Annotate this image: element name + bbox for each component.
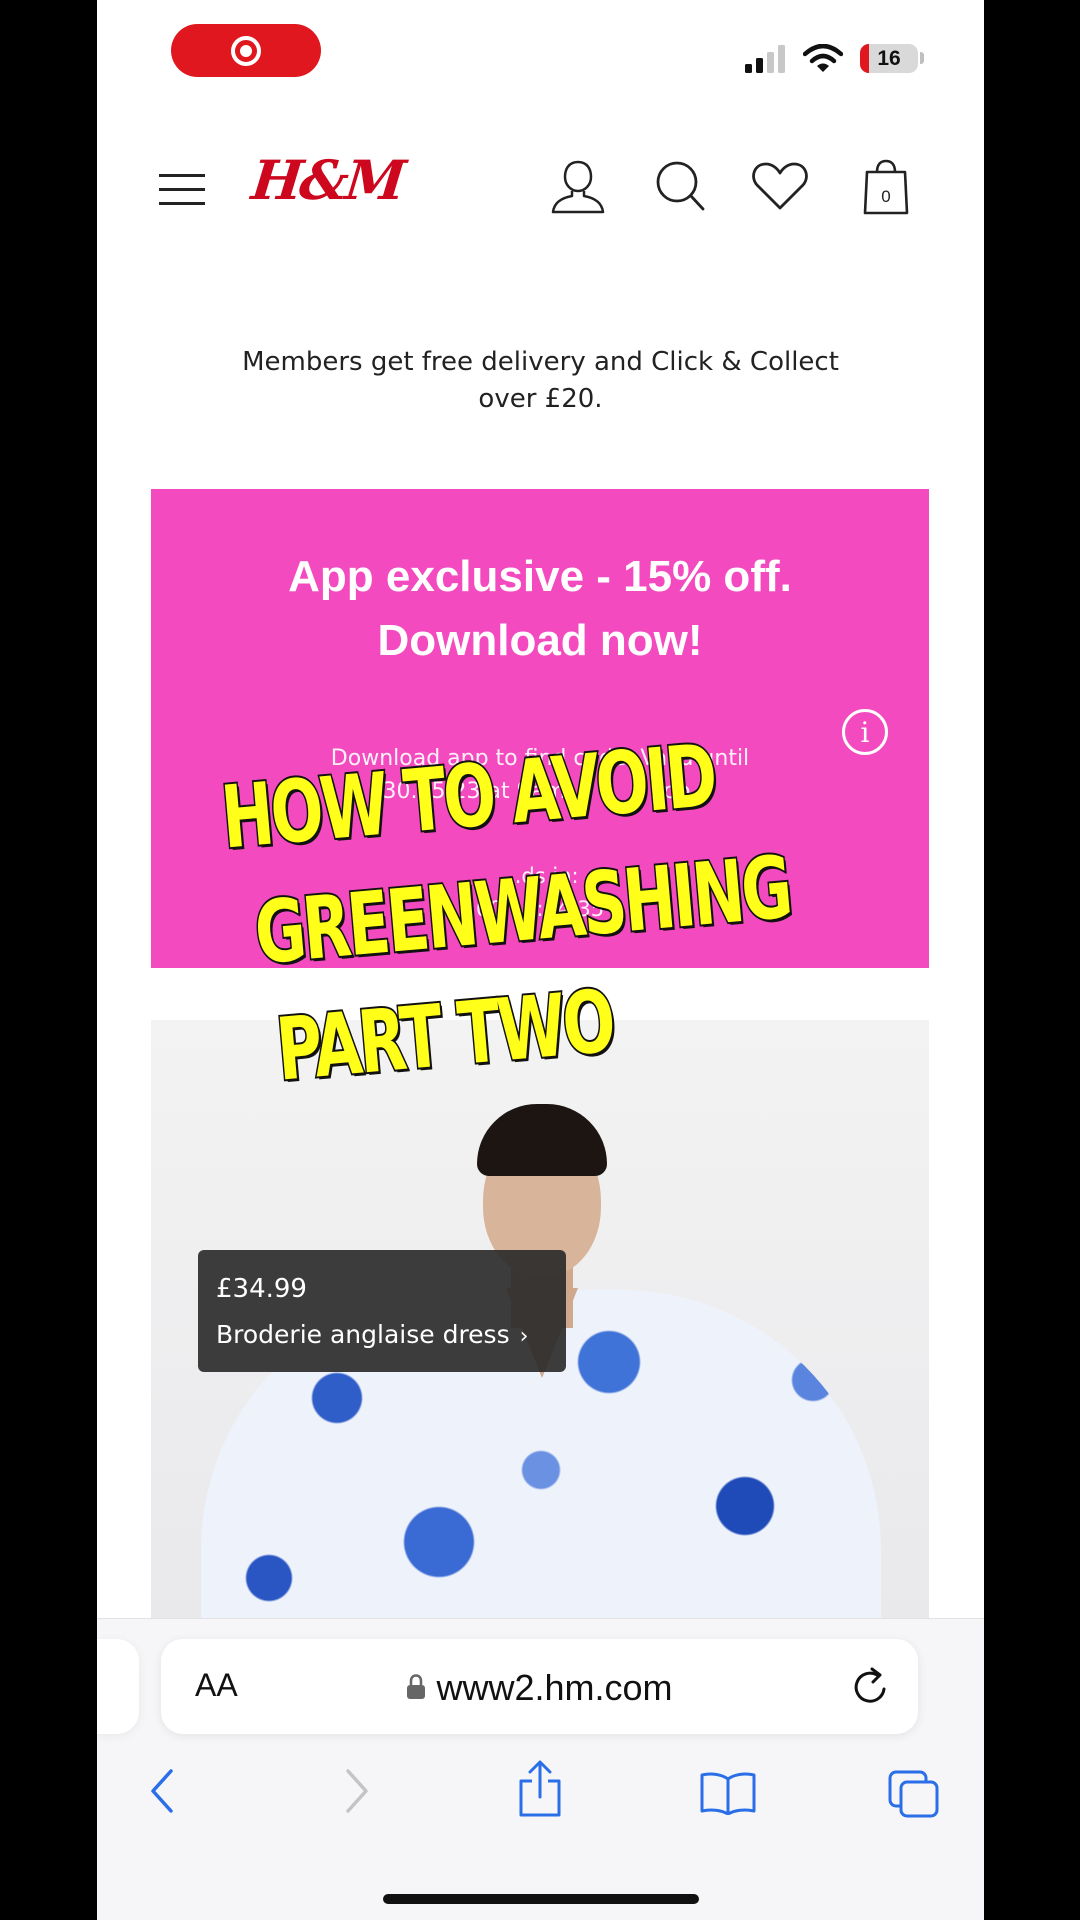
phone-screen: 16 H&M 0 Members get free delivery and C… [97, 0, 984, 1920]
favorites-icon[interactable] [751, 160, 809, 212]
address-bar[interactable]: AA www2.hm.com [161, 1639, 918, 1734]
back-icon[interactable] [147, 1767, 177, 1815]
signal-icon [745, 45, 785, 73]
hm-logo[interactable]: H&M [249, 148, 406, 212]
product-name: Broderie anglaise dress › [216, 1320, 529, 1349]
bag-icon[interactable]: 0 [863, 158, 909, 216]
home-indicator [383, 1894, 699, 1904]
battery-icon: 16 [860, 44, 918, 73]
browser-toolbar: AA www2.hm.com [97, 1618, 984, 1920]
lock-icon [407, 1674, 426, 1700]
product-price: £34.99 [216, 1274, 307, 1304]
forward-icon[interactable] [342, 1767, 372, 1815]
screen-recording-indicator[interactable] [171, 24, 321, 77]
reload-icon[interactable] [851, 1665, 891, 1707]
tabs-icon[interactable] [887, 1769, 941, 1819]
info-icon[interactable]: i [842, 709, 888, 755]
url-text: www2.hm.com [436, 1667, 673, 1708]
product-tag[interactable]: £34.99 Broderie anglaise dress › [198, 1250, 566, 1372]
delivery-promo-line2: over £20. [478, 384, 603, 414]
battery-level: 16 [877, 46, 901, 70]
bookmarks-icon[interactable] [699, 1771, 757, 1815]
bag-count: 0 [881, 187, 890, 206]
menu-icon[interactable] [159, 172, 207, 206]
video-caption-overlay: HOW TO AVOID GREENWASHING PART TWO [216, 720, 795, 1189]
delivery-promo: Members get free delivery and Click & Co… [97, 344, 984, 418]
battery-tip [920, 52, 924, 64]
account-icon[interactable] [550, 158, 606, 214]
delivery-promo-line1: Members get free delivery and Click & Co… [242, 347, 839, 377]
search-icon[interactable] [655, 158, 707, 214]
share-icon[interactable] [517, 1759, 563, 1819]
url-display[interactable]: www2.hm.com [161, 1667, 918, 1709]
banner-title: App exclusive - 15% off. Download now! [288, 552, 792, 665]
chevron-right-icon: › [519, 1324, 529, 1349]
record-icon [231, 35, 261, 66]
previous-tab-edge[interactable] [97, 1639, 139, 1734]
wifi-icon [803, 44, 843, 72]
